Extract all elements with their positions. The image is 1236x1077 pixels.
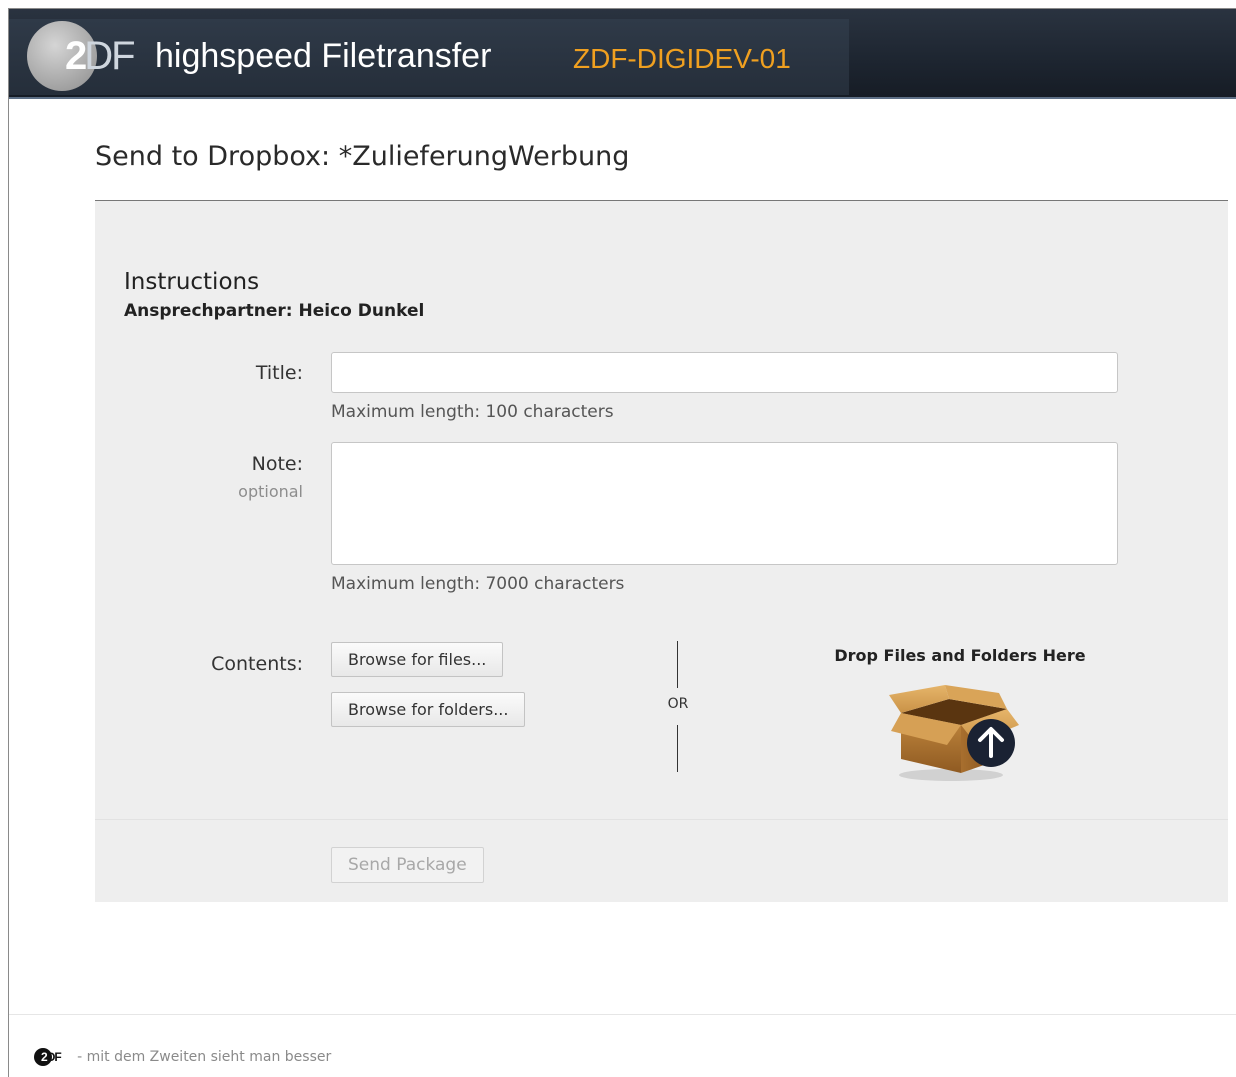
contents-label: Contents:: [211, 653, 303, 675]
box-upload-icon: [889, 685, 1019, 781]
or-label: OR: [667, 696, 689, 712]
note-label: Note:: [251, 453, 303, 475]
drop-zone-label: Drop Files and Folders Here: [834, 646, 1086, 665]
or-divider-bottom: [677, 725, 678, 772]
instructions-heading: Instructions: [124, 269, 260, 295]
title-input[interactable]: [331, 352, 1118, 393]
footer-logo-secondary: DF: [46, 1049, 62, 1064]
server-name: ZDF-DIGIDEV-01: [573, 43, 791, 74]
app-header: 2DF highspeed Filetransfer ZDF-DIGIDEV-0…: [9, 9, 1236, 99]
note-hint: Maximum length: 7000 characters: [331, 574, 625, 594]
instructions-text: Ansprechpartner: Heico Dunkel: [124, 301, 425, 321]
title-label: Title:: [255, 362, 303, 384]
footer-logo-text: 2DF: [41, 1049, 62, 1065]
panel-divider: [95, 819, 1228, 820]
or-divider-top: [677, 641, 678, 688]
browse-folders-button[interactable]: Browse for folders...: [331, 692, 526, 727]
title-hint: Maximum length: 100 characters: [331, 402, 614, 422]
footer-divider: [9, 1014, 1236, 1015]
send-form-panel: Instructions Ansprechpartner: Heico Dunk…: [95, 201, 1228, 902]
note-optional-label: optional: [238, 482, 303, 501]
browse-files-button[interactable]: Browse for files...: [331, 642, 504, 677]
footer: 2DF - mit dem Zweiten sieht man besser: [34, 1046, 331, 1068]
footer-slogan: - mit dem Zweiten sieht man besser: [77, 1048, 332, 1065]
page-title: Send to Dropbox: *ZulieferungWerbung: [95, 141, 630, 172]
send-package-button[interactable]: Send Package: [331, 847, 484, 883]
page-frame: 2DF highspeed Filetransfer ZDF-DIGIDEV-0…: [8, 8, 1236, 1077]
logo-primary: 2: [65, 34, 87, 78]
note-textarea[interactable]: [331, 442, 1118, 565]
app-title: highspeed Filetransfer: [155, 37, 492, 75]
zdf-logo: 2DF: [65, 33, 136, 79]
logo-secondary: DF: [84, 34, 135, 78]
drop-zone[interactable]: Drop Files and Folders Here: [825, 639, 1095, 799]
footer-logo: 2DF: [34, 1047, 68, 1067]
